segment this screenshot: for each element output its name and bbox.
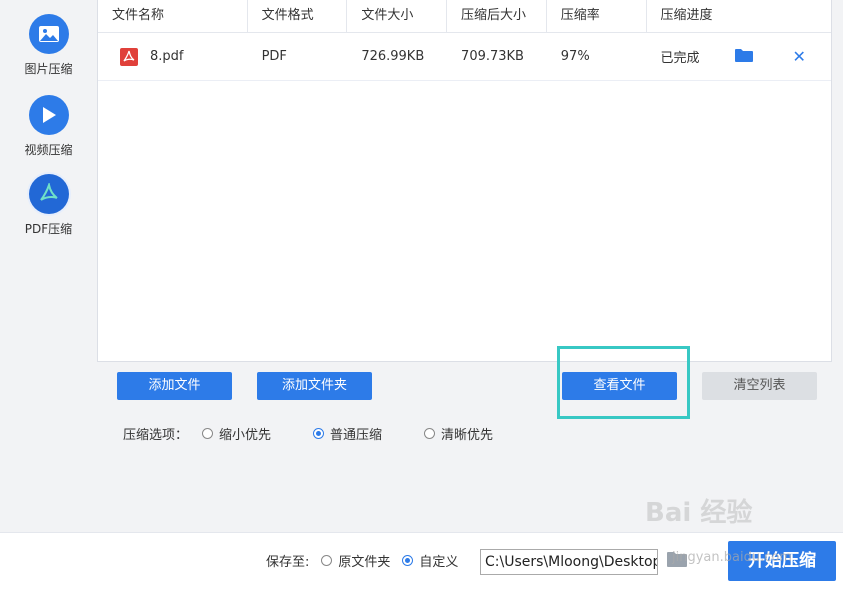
add-folder-button[interactable]: 添加文件夹 [257,372,372,400]
save-label: 保存至: [266,555,310,570]
save-custom[interactable]: 自定义 [402,551,458,570]
compression-ratio: 97% [560,49,590,64]
view-file-button[interactable]: 查看文件 [562,372,677,400]
watermark: Bai 经验 [645,498,753,528]
radio-button[interactable] [424,428,436,439]
pdf-acrobat-icon [28,174,69,214]
column-header-format: 文件格式 [248,0,348,32]
option-clarity-first[interactable]: 清晰优先 [424,424,493,443]
image-icon [28,14,69,54]
sidebar-item-label: 视频压缩 [24,143,73,157]
clear-list-button[interactable]: 清空列表 [702,372,817,400]
option-smaller-first[interactable]: 缩小优先 [202,424,271,443]
file-list-panel: 文件名称 文件格式 文件大小 压缩后大小 压缩率 压缩进度 8.pdf PDF … [97,0,832,362]
column-header-progress: 压缩进度 [660,8,713,23]
column-header-name: 文件名称 [98,0,248,32]
file-size: 726.99KB [361,49,425,64]
radio-button[interactable] [202,428,214,439]
compression-options: 压缩选项： 缩小优先 普通压缩 清晰优先 [123,424,493,443]
start-compress-button[interactable]: 开始压缩 [728,541,836,581]
folder-icon[interactable] [734,48,753,66]
option-normal[interactable]: 普通压缩 [313,424,382,443]
radio-button-checked[interactable] [313,428,325,439]
table-header: 文件名称 文件格式 文件大小 压缩后大小 压缩率 压缩进度 [98,0,831,33]
file-name: 8.pdf [150,49,184,64]
sidebar-item-video-compress[interactable]: 视频压缩 [0,95,97,158]
radio-button[interactable] [321,555,333,566]
sidebar-item-label: 图片压缩 [24,62,73,76]
sidebar-item-label: PDF压缩 [24,222,73,236]
sidebar-item-image-compress[interactable]: 图片压缩 [0,14,97,77]
sidebar: 图片压缩 视频压缩 PDF压缩 [0,0,97,532]
status-badge: 已完成 [660,51,700,66]
compressed-size: 709.73KB [461,49,524,64]
bottom-bar: 保存至: 原文件夹 自定义 开始压缩 [0,532,843,589]
column-header-ratio: 压缩率 [547,0,647,32]
folder-browse-icon[interactable] [667,551,687,571]
close-icon[interactable]: ✕ [793,47,806,66]
add-file-button[interactable]: 添加文件 [117,372,232,400]
column-header-compressed-size: 压缩后大小 [447,0,547,32]
options-label: 压缩选项： [123,428,189,443]
pdf-file-icon [120,47,138,66]
column-header-size: 文件大小 [347,0,448,32]
play-icon [28,95,69,135]
save-path-input[interactable] [480,549,658,575]
radio-button-checked[interactable] [402,555,414,566]
save-original-folder[interactable]: 原文件夹 [321,551,390,570]
sidebar-item-pdf-compress[interactable]: PDF压缩 [0,174,97,237]
table-row[interactable]: 8.pdf PDF 726.99KB 709.73KB 97% 已完成 ✕ [98,33,831,81]
file-format: PDF [261,49,287,64]
save-options: 保存至: 原文件夹 自定义 [266,551,458,570]
